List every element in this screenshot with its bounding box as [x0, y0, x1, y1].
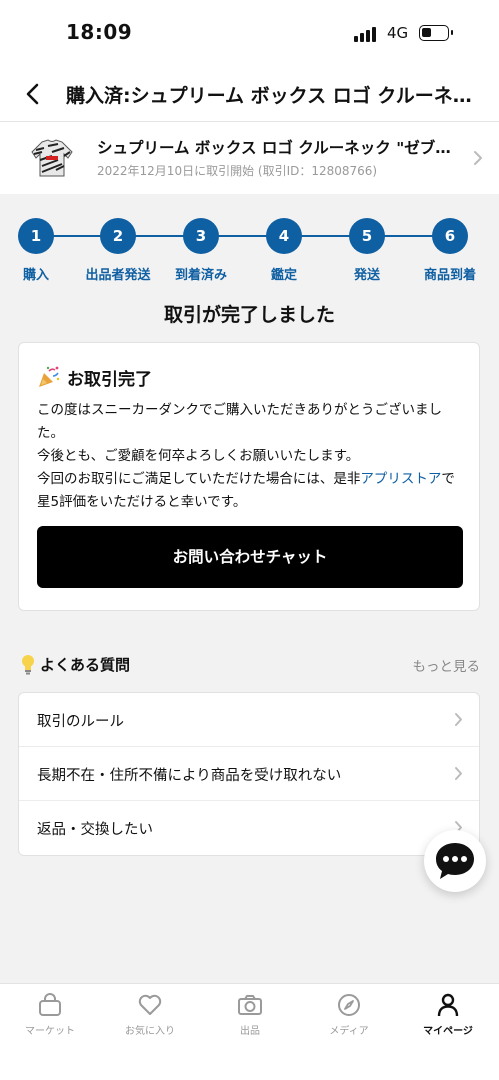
step-1: 1 購入 [0, 218, 76, 283]
tab-label: お気に入り [125, 1026, 175, 1037]
card-line-2: 今後とも、ご愛顧を何卒よろしくお願いいたします。 [37, 448, 360, 464]
faq-item-label: 長期不在・住所不備により商品を受け取れない [37, 768, 342, 784]
app-store-link[interactable]: アプリストア [360, 471, 441, 487]
party-popper-icon [39, 366, 60, 387]
chevron-right-icon [455, 713, 462, 726]
tab-market[interactable]: マーケット [0, 992, 100, 1037]
status-bar: 18:09 4G [0, 0, 499, 66]
faq-title: よくある質問 [40, 656, 131, 674]
step-label: 発送 [353, 268, 380, 283]
contact-chat-button[interactable]: お問い合わせチャット [37, 526, 463, 588]
chevron-right-icon [455, 767, 462, 780]
chat-fab-button[interactable] [424, 830, 486, 892]
faq-item-label: 返品・交換したい [37, 822, 153, 838]
bag-icon [39, 993, 61, 1016]
step-4: 4 鑑定 [244, 218, 324, 283]
card-line-1: この度はスニーカーダンクでご購入いただきありがとうございました。 [37, 402, 442, 441]
step-circle: 5 [349, 218, 385, 254]
step-label: 出品者発送 [85, 268, 151, 283]
chat-bubble-icon [436, 843, 474, 879]
signal-icon [354, 26, 380, 42]
step-label: 鑑定 [270, 268, 297, 283]
product-transaction-info: 2022年12月10日に取引開始 (取引ID：12808766) [97, 164, 378, 178]
battery-icon [419, 25, 453, 41]
product-thumbnail [31, 139, 73, 177]
faq-list: 取引のルール 長期不在・住所不備により商品を受け取れない 返品・交換したい [18, 692, 480, 856]
page-title: 購入済:シュプリーム ボックス ロゴ クルーネック "ゼブラ" [66, 85, 486, 107]
step-6: 6 商品到着 [410, 218, 490, 283]
step-5: 5 発送 [327, 218, 407, 283]
faq-item-return-exchange[interactable]: 返品・交換したい [19, 801, 479, 855]
step-label: 購入 [22, 268, 49, 283]
tab-favorites[interactable]: お気に入り [100, 992, 200, 1037]
tab-media[interactable]: メディア [299, 992, 399, 1037]
step-circle: 4 [266, 218, 302, 254]
tab-label: 出品 [240, 1026, 260, 1037]
faq-item-label: 取引のルール [37, 714, 124, 730]
step-3: 3 到着済み [161, 218, 241, 283]
tab-sell[interactable]: 出品 [200, 992, 300, 1037]
step-circle: 1 [18, 218, 54, 254]
progress-steps: 1 購入 2 出品者発送 3 到着済み 4 鑑定 5 発送 6 商品到着 [0, 213, 499, 283]
card-title: お取引完了 [67, 370, 152, 390]
faq-item-rules[interactable]: 取引のルール [19, 693, 479, 747]
step-circle: 6 [432, 218, 468, 254]
step-circle: 2 [100, 218, 136, 254]
status-heading: 取引が完了しました [163, 304, 335, 326]
step-label: 到着済み [174, 268, 227, 283]
faq-item-unable-to-receive[interactable]: 長期不在・住所不備により商品を受け取れない [19, 747, 479, 801]
bottom-tab-bar: マーケット お気に入り 出品 メディア マイページ [0, 983, 499, 1080]
step-label: 商品到着 [423, 268, 476, 283]
tab-label: マーケット [25, 1026, 75, 1037]
step-2: 2 出品者発送 [78, 218, 158, 283]
back-icon[interactable] [22, 82, 44, 106]
compass-icon [338, 994, 360, 1016]
card-message: この度はスニーカーダンクでご購入いただきありがとうございました。 今後とも、ご愛… [37, 399, 467, 514]
heart-icon [138, 994, 162, 1015]
step-circle: 3 [183, 218, 219, 254]
product-row[interactable]: シュプリーム ボックス ロゴ クルーネック "ゼブラ" 2022年12月10日に… [0, 122, 499, 194]
faq-more-link[interactable]: もっと見る [413, 655, 481, 675]
status-time: 18:09 [66, 20, 133, 44]
product-name: シュプリーム ボックス ロゴ クルーネック "ゼブラ" [97, 139, 457, 157]
completion-card: お取引完了 この度はスニーカーダンクでご購入いただきありがとうございました。 今… [18, 342, 480, 611]
camera-icon [238, 995, 262, 1015]
person-icon [437, 993, 459, 1017]
chevron-right-icon [474, 151, 482, 165]
card-line-3: 今回のお取引にご満足していただけた場合には、是非アプリストアで星5評価をいただけ… [37, 468, 467, 514]
card-line-3-text: 今回のお取引にご満足していただけた場合には、是非 [37, 471, 361, 487]
tab-mypage[interactable]: マイページ [398, 992, 498, 1037]
lightbulb-icon [22, 655, 34, 675]
faq-header: よくある質問 もっと見る [20, 652, 480, 678]
tab-label: メディア [329, 1026, 369, 1037]
header: 購入済:シュプリーム ボックス ロゴ クルーネック "ゼブラ" [0, 66, 499, 122]
tab-label: マイページ [423, 1026, 473, 1037]
network-type: 4G [387, 24, 409, 42]
